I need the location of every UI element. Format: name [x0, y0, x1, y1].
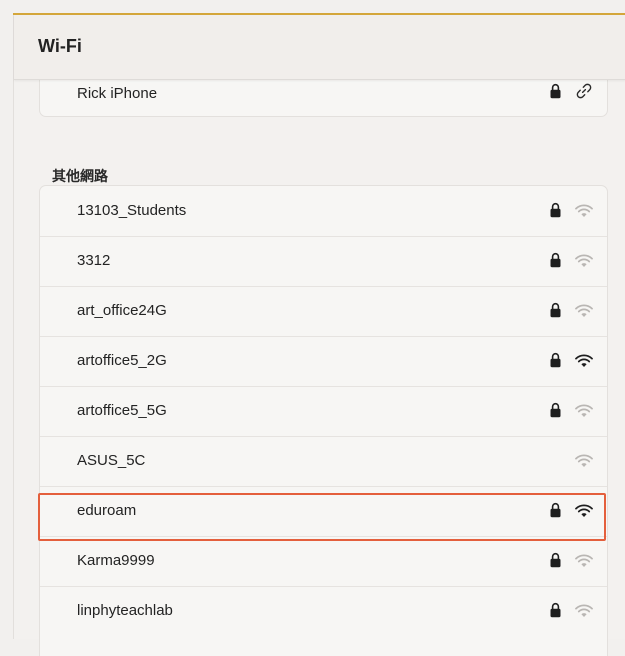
network-row[interactable]: linphyteachlab: [40, 586, 607, 636]
network-name: 3312: [77, 252, 111, 269]
lock-icon: [550, 302, 561, 318]
lock-icon: [550, 602, 561, 618]
network-name: ASUS_5C: [77, 452, 146, 469]
lock-icon: [550, 502, 561, 518]
network-row[interactable]: art_office24G: [40, 286, 607, 336]
wifi-signal-icon: [575, 254, 593, 267]
network-name: eduroam: [77, 502, 137, 519]
lock-icon: [550, 83, 561, 99]
network-row[interactable]: artoffice5_5G: [40, 386, 607, 436]
other-networks-group: 13103_Students 3312 art_office24G artoff…: [39, 185, 608, 656]
network-row-eduroam[interactable]: eduroam: [40, 486, 607, 536]
network-name: artoffice5_5G: [77, 402, 167, 419]
wifi-signal-icon: [575, 504, 593, 517]
title-bar: Wi-Fi: [14, 15, 625, 80]
network-name: linphyteachlab: [77, 602, 173, 619]
network-name: artoffice5_2G: [77, 352, 167, 369]
lock-icon: [550, 252, 561, 268]
wifi-signal-icon: [575, 454, 593, 467]
page-title: Wi-Fi: [38, 36, 82, 56]
network-row[interactable]: artoffice5_2G: [40, 336, 607, 386]
network-row[interactable]: Karma9999: [40, 536, 607, 586]
network-name: Karma9999: [77, 552, 155, 569]
network-name: 13103_Students: [77, 202, 187, 219]
wifi-settings-window: Wi-Fi Rick iPhone 其他網路 13103_Students 33…: [13, 15, 625, 656]
wifi-signal-icon: [575, 204, 593, 217]
network-name: art_office24G: [77, 302, 167, 319]
lock-icon: [550, 552, 561, 568]
wifi-signal-icon: [575, 404, 593, 417]
personal-hotspot-icon: [576, 83, 592, 99]
wifi-signal-icon: [575, 304, 593, 317]
wifi-signal-icon: [575, 604, 593, 617]
lock-icon: [550, 352, 561, 368]
lock-icon: [550, 202, 561, 218]
network-row[interactable]: ASUS_5C: [40, 436, 607, 486]
network-name: Rick iPhone: [77, 85, 158, 102]
network-row[interactable]: 13103_Students: [40, 186, 607, 236]
lock-icon: [550, 402, 561, 418]
wifi-signal-icon: [575, 554, 593, 567]
wifi-signal-icon: [575, 354, 593, 367]
network-row[interactable]: 3312: [40, 236, 607, 286]
other-networks-heading: 其他網路: [52, 168, 108, 184]
